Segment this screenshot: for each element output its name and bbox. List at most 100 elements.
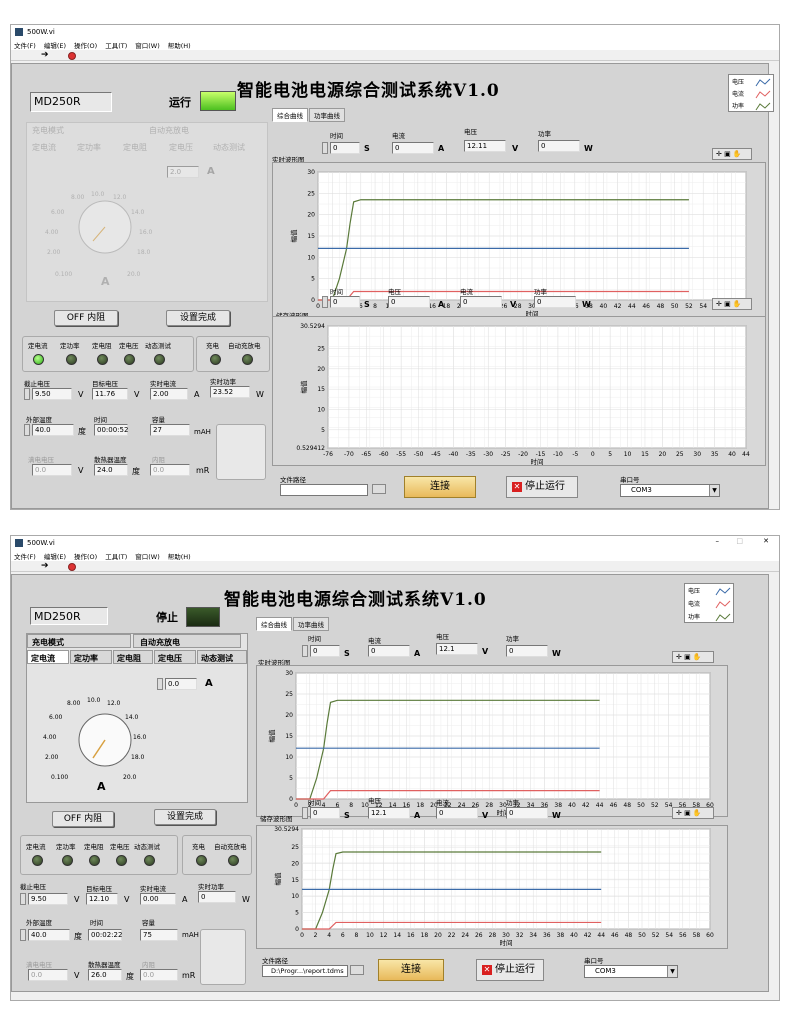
menu-operate[interactable]: 操作(O) bbox=[74, 40, 97, 50]
connect-button[interactable]: 连接 bbox=[378, 959, 444, 981]
menu-help[interactable]: 帮助(H) bbox=[168, 40, 191, 50]
settings-done-button[interactable]: 设置完成 bbox=[166, 310, 230, 326]
run-arrow-icon[interactable]: ➔ bbox=[41, 50, 49, 60]
cutoff-voltage-spinner[interactable] bbox=[20, 893, 26, 905]
tab-power-curve[interactable]: 功率曲线 bbox=[309, 108, 345, 122]
cutoff-voltage-input[interactable]: 9.50 bbox=[28, 893, 68, 905]
menubar: 文件(F) 编辑(E) 操作(O) 工具(T) 窗口(W) 帮助(H) bbox=[11, 550, 779, 561]
tab-const-current[interactable]: 定电流 bbox=[27, 650, 69, 664]
ext-temp-spinner[interactable] bbox=[20, 929, 26, 941]
full-voltage-label: 满电电压 bbox=[28, 456, 54, 464]
abort-icon[interactable] bbox=[68, 563, 76, 571]
target-voltage-input[interactable]: 11.76 bbox=[92, 388, 128, 400]
tab-const-power[interactable]: 定功率 bbox=[70, 650, 112, 664]
settings-done-button[interactable]: 设置完成 bbox=[154, 809, 216, 825]
menu-edit[interactable]: 编辑(E) bbox=[44, 40, 66, 50]
tab-charge-mode[interactable]: 充电模式 bbox=[27, 634, 131, 648]
browse-folder-icon[interactable] bbox=[350, 965, 364, 975]
file-path-input[interactable] bbox=[280, 484, 368, 496]
close-icon[interactable]: ✕ bbox=[763, 537, 769, 545]
full-voltage-input[interactable]: 0.0 bbox=[32, 464, 72, 476]
y-tick-label: 10 bbox=[307, 254, 315, 261]
run-arrow-icon[interactable]: ➔ bbox=[41, 561, 49, 571]
current-knob[interactable] bbox=[47, 153, 167, 283]
graph-tools-1[interactable]: ✛ ▣ ✋ bbox=[672, 651, 714, 663]
graph-tools-2[interactable]: ✛ ▣ ✋ bbox=[712, 298, 752, 310]
menu-operate[interactable]: 操作(O) bbox=[74, 551, 97, 561]
tab-charge-mode[interactable]: 充电模式 bbox=[32, 125, 64, 136]
off-resistance-button[interactable]: OFF 内阻 bbox=[54, 310, 118, 326]
window-2: 500W.vi – □ ✕ 文件(F) 编辑(E) 操作(O) 工具(T) 窗口… bbox=[10, 535, 780, 1001]
ext-temp-input[interactable]: 40.0 bbox=[28, 929, 70, 941]
maximize-icon[interactable]: □ bbox=[736, 537, 743, 545]
connect-button[interactable]: 连接 bbox=[404, 476, 476, 498]
graph-tools-1[interactable]: ✛ ▣ ✋ bbox=[712, 148, 752, 160]
tab-const-resistance[interactable]: 定电阻 bbox=[123, 142, 147, 153]
tab-const-power[interactable]: 定功率 bbox=[77, 142, 101, 153]
x-tick-label: 0 bbox=[316, 303, 320, 310]
rt-time-header: 时间 bbox=[308, 635, 321, 643]
x-tick-label: 50 bbox=[637, 802, 645, 809]
ext-temp-spinner[interactable] bbox=[24, 424, 30, 436]
tab-dynamic-test[interactable]: 动态测试 bbox=[197, 650, 247, 664]
menu-tools[interactable]: 工具(T) bbox=[105, 551, 127, 561]
store-chart[interactable]: 0 2 4 6 8 10 12 14 16 18 20 22 24 26 28 30 32 34 36 38 40 42 4… bbox=[256, 825, 728, 949]
tab-dynamic-test[interactable]: 动态测试 bbox=[213, 142, 245, 153]
store-time-spinner[interactable] bbox=[302, 807, 308, 819]
graph-tools-2[interactable]: ✛ ▣ ✋ bbox=[672, 807, 714, 819]
store-voltage-value: 0 bbox=[388, 296, 430, 308]
knob-scale-16: 16.0 bbox=[133, 734, 147, 741]
menu-file[interactable]: 文件(F) bbox=[14, 40, 36, 50]
tab-power-curve[interactable]: 功率曲线 bbox=[293, 617, 329, 631]
x-axis-label: 时间 bbox=[500, 938, 513, 947]
x-tick-label: -40 bbox=[448, 451, 458, 458]
menu-window[interactable]: 窗口(W) bbox=[135, 551, 160, 561]
rt-time-spinner[interactable] bbox=[302, 645, 308, 657]
led-label-cr: 定电阻 bbox=[92, 342, 112, 350]
knob-setpoint-input[interactable]: 2.0 bbox=[167, 166, 199, 178]
full-voltage-unit: V bbox=[78, 466, 84, 475]
full-voltage-input[interactable]: 0.0 bbox=[28, 969, 68, 981]
y-tick-label: 20 bbox=[307, 212, 315, 219]
tab-combined-curve[interactable]: 综合曲线 bbox=[272, 108, 308, 122]
tab-const-voltage[interactable]: 定电压 bbox=[154, 650, 196, 664]
knob-A-label: A bbox=[97, 780, 106, 793]
store-time-spinner[interactable] bbox=[322, 296, 328, 308]
menu-file[interactable]: 文件(F) bbox=[14, 551, 36, 561]
stop-button[interactable]: ✕ 停止运行 bbox=[506, 476, 578, 498]
rt-time-unit: S bbox=[364, 144, 370, 153]
real-power-label: 实时功率 bbox=[210, 378, 236, 386]
dropdown-arrow-icon[interactable]: ▼ bbox=[667, 966, 677, 977]
menu-tools[interactable]: 工具(T) bbox=[105, 40, 127, 50]
tab-const-current[interactable]: 定电流 bbox=[32, 142, 56, 153]
port-select[interactable]: COM3 ▼ bbox=[584, 965, 678, 978]
knob-scale-12: 12.0 bbox=[113, 194, 127, 201]
stop-button[interactable]: ✕ 停止运行 bbox=[476, 959, 544, 981]
browse-folder-icon[interactable] bbox=[372, 484, 386, 494]
rt-chart[interactable]: 0246810121416182022242628303234363840424… bbox=[256, 665, 728, 817]
abort-icon[interactable] bbox=[68, 52, 76, 60]
menu-edit[interactable]: 编辑(E) bbox=[44, 551, 66, 561]
x-tick-label: 5 bbox=[608, 451, 612, 458]
off-resistance-button[interactable]: OFF 内阻 bbox=[52, 811, 114, 827]
knob-setpoint-input[interactable]: 0.0 bbox=[165, 678, 197, 690]
x-tick-label: 48 bbox=[623, 802, 631, 809]
tab-auto-cycle[interactable]: 自动充放电 bbox=[149, 125, 189, 136]
cutoff-voltage-input[interactable]: 9.50 bbox=[32, 388, 72, 400]
minimize-icon[interactable]: – bbox=[716, 537, 720, 545]
tab-auto-cycle[interactable]: 自动充放电 bbox=[133, 634, 241, 648]
menu-help[interactable]: 帮助(H) bbox=[168, 551, 191, 561]
tab-const-voltage[interactable]: 定电压 bbox=[169, 142, 193, 153]
rt-time-spinner[interactable] bbox=[322, 142, 328, 154]
tab-const-resistance[interactable]: 定电阻 bbox=[113, 650, 153, 664]
store-chart[interactable]: -76 -70 -65 -60 -55 -50 -45 -40 -35 -30 -25 -20 -15-… bbox=[272, 316, 766, 466]
ext-temp-input[interactable]: 40.0 bbox=[32, 424, 74, 436]
rt-chart[interactable]: 0246810121416182022242628303234363840424… bbox=[272, 162, 766, 318]
menu-window[interactable]: 窗口(W) bbox=[135, 40, 160, 50]
file-path-input[interactable]: D:\Progr...\report.tdms bbox=[262, 965, 348, 977]
cutoff-voltage-spinner[interactable] bbox=[24, 388, 30, 400]
tab-combined-curve[interactable]: 综合曲线 bbox=[256, 617, 292, 631]
target-voltage-input[interactable]: 12.10 bbox=[86, 893, 118, 905]
port-select[interactable]: COM3 ▼ bbox=[620, 484, 720, 497]
dropdown-arrow-icon[interactable]: ▼ bbox=[709, 485, 719, 496]
